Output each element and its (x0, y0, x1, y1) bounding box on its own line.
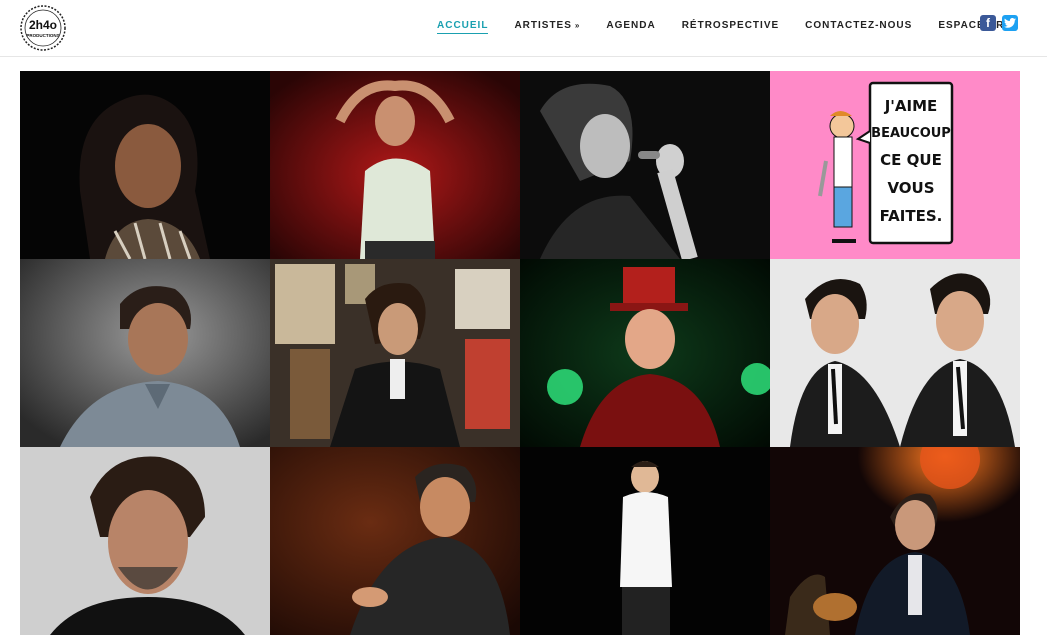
artist-photo (270, 71, 520, 259)
artist-tile[interactable] (520, 71, 770, 259)
artist-photo (520, 259, 770, 447)
artist-tile[interactable] (520, 259, 770, 447)
logo-subtext: PRODUCTIONS (26, 33, 59, 38)
artist-photo (20, 71, 270, 259)
artist-photo (770, 259, 1020, 447)
cartoon-illustration: J'AIME BEAUCOUP CE QUE VOUS FAITES. (770, 71, 1020, 259)
artist-tile[interactable] (270, 447, 520, 635)
cartoon-line: CE QUE (880, 151, 942, 169)
twitter-icon[interactable] (1002, 15, 1018, 31)
facebook-icon[interactable]: f (980, 15, 996, 31)
cartoon-line: VOUS (887, 179, 934, 197)
social-links: f (980, 15, 1018, 31)
chevron-down-icon: » (574, 21, 581, 30)
nav-agenda-label: AGENDA (606, 20, 656, 31)
nav-accueil-label: ACCUEIL (437, 20, 489, 31)
artist-photo (270, 447, 520, 635)
artist-tile[interactable] (770, 259, 1020, 447)
logo-text: 2h4o (29, 18, 57, 32)
cartoon-line: J'AIME (884, 97, 938, 115)
artist-tile[interactable] (770, 447, 1020, 635)
nav-retrospective-label: RÉTROSPECTIVE (681, 20, 780, 31)
artist-photo (20, 447, 270, 635)
nav-contactez-nous-label: CONTACTEZ-NOUS (805, 20, 913, 31)
cartoon-line: FAITES. (880, 207, 943, 225)
brand-logo[interactable]: 2h4o PRODUCTIONS (18, 3, 68, 53)
nav-contactez-nous[interactable]: CONTACTEZ-NOUS (792, 0, 925, 57)
artist-grid: J'AIME BEAUCOUP CE QUE VOUS FAITES. (20, 71, 1020, 635)
artist-tile[interactable] (520, 447, 770, 635)
active-underline (437, 33, 489, 34)
artist-tile[interactable] (270, 71, 520, 259)
nav-accueil[interactable]: ACCUEIL (424, 0, 501, 57)
artist-photo (270, 259, 520, 447)
artist-photo (520, 71, 770, 259)
artist-photo (520, 447, 770, 635)
artist-photo (20, 259, 270, 447)
nav-agenda[interactable]: AGENDA (593, 0, 668, 57)
artist-tile[interactable] (270, 259, 520, 447)
cartoon-line: BEAUCOUP (871, 126, 951, 141)
site-header: 2h4o PRODUCTIONS ACCUEIL ARTISTES» AGEND… (0, 0, 1047, 57)
artist-tile[interactable] (20, 447, 270, 635)
artist-tile[interactable] (20, 259, 270, 447)
main-nav: ACCUEIL ARTISTES» AGENDA RÉTROSPECTIVE C… (424, 0, 1026, 57)
nav-artistes-label: ARTISTES (514, 20, 572, 31)
artist-tile[interactable] (20, 71, 270, 259)
nav-artistes[interactable]: ARTISTES» (501, 0, 593, 57)
cartoon-tile[interactable]: J'AIME BEAUCOUP CE QUE VOUS FAITES. (770, 71, 1020, 259)
nav-retrospective[interactable]: RÉTROSPECTIVE (669, 0, 792, 57)
artist-photo (770, 447, 1020, 635)
